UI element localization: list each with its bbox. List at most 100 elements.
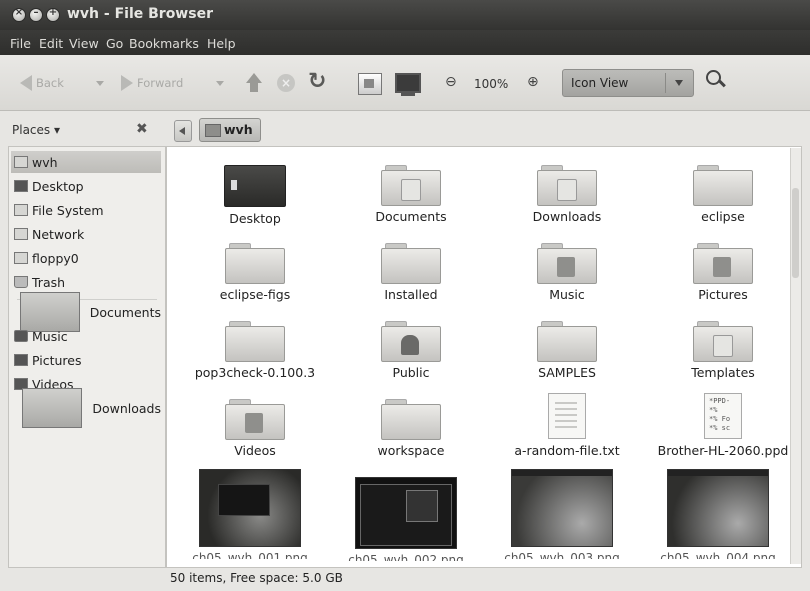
file-name: Brother-HL-2060.ppd	[657, 443, 789, 458]
file-name: eclipse	[701, 209, 745, 224]
zoom-level[interactable]: 100%	[474, 77, 508, 91]
templates-folder-icon	[693, 321, 753, 362]
file-name: Downloads	[532, 209, 602, 224]
file-name: workspace	[377, 443, 445, 458]
up-button[interactable]	[244, 73, 264, 93]
sidebar-item-music[interactable]: Music	[11, 325, 161, 347]
file-item-pop3check[interactable]: pop3check-0.100.3	[180, 321, 330, 380]
file-name: Pictures	[698, 287, 748, 302]
back-label: Back	[36, 76, 64, 90]
music-folder-icon	[537, 243, 597, 284]
file-name: ch05_wvh_001.png	[192, 551, 308, 559]
sidebar-item-pictures[interactable]: Pictures	[11, 349, 161, 371]
maximize-window-button[interactable]: +	[46, 7, 60, 22]
pictures-folder-icon	[693, 243, 753, 284]
file-item-videos[interactable]: Videos	[180, 399, 330, 458]
forward-history-dropdown[interactable]	[216, 81, 224, 86]
close-window-button[interactable]: ×	[12, 7, 26, 22]
file-item-music[interactable]: Music	[492, 243, 642, 302]
breadcrumb-wvh[interactable]: wvh	[199, 118, 261, 142]
sidebar-item-trash[interactable]: Trash	[11, 271, 161, 293]
file-item-eclipse-figs[interactable]: eclipse-figs	[180, 243, 330, 302]
file-item-pictures[interactable]: Pictures	[648, 243, 798, 302]
menu-file[interactable]: File	[10, 36, 31, 51]
computer-button[interactable]	[395, 73, 421, 96]
up-arrow-icon	[244, 73, 264, 93]
menu-help[interactable]: Help	[207, 36, 236, 51]
file-name: ch05_wvh_002.png	[348, 553, 464, 561]
zoom-out-button[interactable]: ⊖	[445, 74, 457, 90]
zoom-level-text: 100%	[474, 77, 509, 91]
back-history-dropdown[interactable]	[96, 81, 104, 86]
folder-icon	[537, 321, 597, 362]
home-icon	[358, 73, 382, 95]
chevron-down-icon	[675, 80, 683, 86]
file-name: eclipse-figs	[219, 287, 291, 302]
menu-edit[interactable]: Edit	[39, 36, 63, 51]
file-item-public[interactable]: Public	[336, 321, 486, 380]
title-bar[interactable]: × – + wvh - File Browser	[0, 0, 810, 30]
sidebar-item-wvh[interactable]: wvh	[11, 151, 161, 173]
places-dropdown[interactable]: Places ▾	[12, 123, 60, 137]
sidebar-item-label: wvh	[32, 154, 58, 170]
home-folder-icon	[205, 124, 221, 137]
file-item-downloads[interactable]: Downloads	[492, 165, 642, 224]
file-icon-view[interactable]: Desktop Documents Downloads eclipse ecli…	[166, 146, 802, 568]
file-name: Templates	[691, 365, 755, 380]
file-item-installed[interactable]: Installed	[336, 243, 486, 302]
file-item-samples[interactable]: SAMPLES	[492, 321, 642, 380]
sidebar-item-desktop[interactable]: Desktop	[11, 175, 161, 197]
view-mode-select[interactable]: Icon View	[562, 69, 694, 97]
file-item-workspace[interactable]: workspace	[336, 399, 486, 458]
file-name: a-random-file.txt	[514, 443, 620, 458]
sidebar-item-file-system[interactable]: File System	[11, 199, 161, 221]
file-item-screenshot-2[interactable]: ch05_wvh_002.png	[331, 477, 481, 561]
home-button[interactable]	[358, 73, 382, 95]
reload-button[interactable]: ↻	[308, 71, 328, 93]
window-title: wvh - File Browser	[67, 6, 213, 22]
folder-icon	[693, 165, 753, 206]
computer-icon	[395, 73, 421, 96]
minimize-window-button[interactable]: –	[29, 7, 43, 22]
menu-bookmarks[interactable]: Bookmarks	[129, 36, 199, 51]
folder-icon	[381, 243, 441, 284]
menu-go[interactable]: Go	[106, 36, 123, 51]
location-scroll-left-button[interactable]	[174, 120, 192, 142]
file-item-eclipse[interactable]: eclipse	[648, 165, 798, 224]
file-item-brother-ppd[interactable]: *PPD- *% *% Fo *% sc Brother-HL-2060.ppd	[648, 393, 798, 458]
back-button[interactable]: Back	[20, 75, 64, 91]
trash-icon	[14, 276, 28, 288]
file-name: Music	[549, 287, 585, 302]
zoom-in-button[interactable]: ⊕	[527, 74, 539, 90]
floppy-icon	[14, 252, 28, 264]
forward-arrow-icon	[121, 75, 133, 91]
toolbar: Back Forward × ↻ ⊖ 100% ⊕ Icon View	[0, 55, 810, 111]
file-item-screenshot-1[interactable]: ch05_wvh_001.png	[175, 469, 325, 559]
close-sidebar-icon[interactable]: ✖	[136, 121, 148, 137]
sidebar-item-documents[interactable]: Documents	[11, 292, 161, 332]
music-icon	[14, 330, 28, 342]
vertical-scrollbar[interactable]	[790, 148, 801, 564]
text-file-icon	[548, 393, 586, 439]
menu-view[interactable]: View	[69, 36, 99, 51]
file-item-templates[interactable]: Templates	[648, 321, 798, 380]
file-item-random-txt[interactable]: a-random-file.txt	[492, 393, 642, 458]
status-bar: 50 items, Free space: 5.0 GB	[0, 568, 810, 591]
sidebar-item-network[interactable]: Network	[11, 223, 161, 245]
stop-icon: ×	[277, 74, 295, 92]
forward-button[interactable]: Forward	[121, 75, 183, 91]
image-thumbnail	[511, 469, 613, 547]
search-button[interactable]	[704, 69, 728, 93]
file-item-screenshot-3[interactable]: ch05_wvh_003.png	[487, 469, 637, 559]
pictures-icon	[14, 354, 28, 366]
scrollbar-thumb[interactable]	[792, 188, 799, 278]
image-thumbnail	[199, 469, 301, 547]
file-item-documents[interactable]: Documents	[336, 165, 486, 224]
file-item-screenshot-4[interactable]: ch05_wvh_004.png	[643, 469, 793, 559]
desktop-icon	[14, 180, 28, 192]
stop-button[interactable]: ×	[277, 74, 295, 92]
file-item-desktop[interactable]: Desktop	[180, 165, 330, 226]
sidebar-item-floppy0[interactable]: floppy0	[11, 247, 161, 269]
folder-icon	[381, 399, 441, 440]
sidebar-item-downloads[interactable]: Downloads	[11, 388, 161, 428]
